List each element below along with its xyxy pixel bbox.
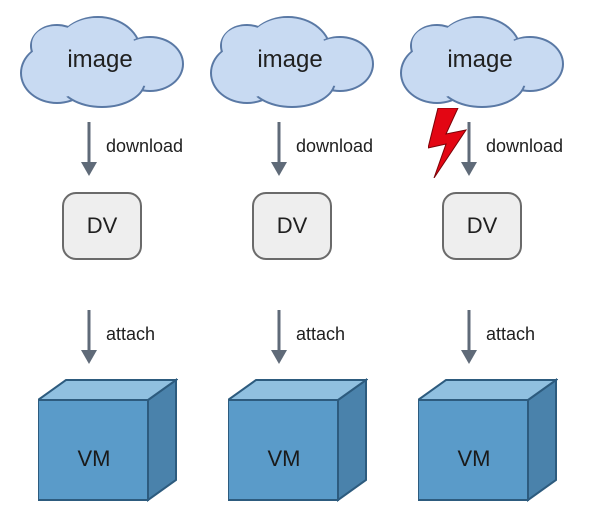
arrow-label: download [106,136,183,157]
arrow-down-icon [74,118,104,178]
dv-box-1: DV [62,192,142,260]
dv-label: DV [277,213,308,239]
column-2: image download DV attach VM [190,0,390,516]
dv-label: DV [467,213,498,239]
cloud-label: image [20,46,180,74]
cloud-label: image [400,46,560,74]
diagram-stage: image download DV attach VM [0,0,600,516]
arrow-down-icon [264,118,294,178]
lightning-bolt-icon [428,108,474,178]
cube-icon [418,370,558,510]
cube-icon [38,370,178,510]
arrow-down-icon [264,306,294,366]
cloud-image-3: image [400,14,560,104]
arrow-label: attach [106,324,155,345]
arrow-label: attach [486,324,535,345]
dv-box-3: DV [442,192,522,260]
vm-cube-2: VM [228,370,368,510]
arrow-down-icon [74,306,104,366]
dv-box-2: DV [252,192,332,260]
cloud-image-2: image [210,14,370,104]
arrow-label: download [486,136,563,157]
cloud-image-1: image [20,14,180,104]
vm-label: VM [418,446,530,472]
dv-label: DV [87,213,118,239]
vm-label: VM [38,446,150,472]
arrow-label: download [296,136,373,157]
vm-label: VM [228,446,340,472]
column-1: image download DV attach VM [0,0,200,516]
arrow-label: attach [296,324,345,345]
vm-cube-3: VM [418,370,558,510]
column-3: image download DV attach [380,0,580,516]
vm-cube-1: VM [38,370,178,510]
cloud-label: image [210,46,370,74]
arrow-down-icon [454,306,484,366]
cube-icon [228,370,368,510]
